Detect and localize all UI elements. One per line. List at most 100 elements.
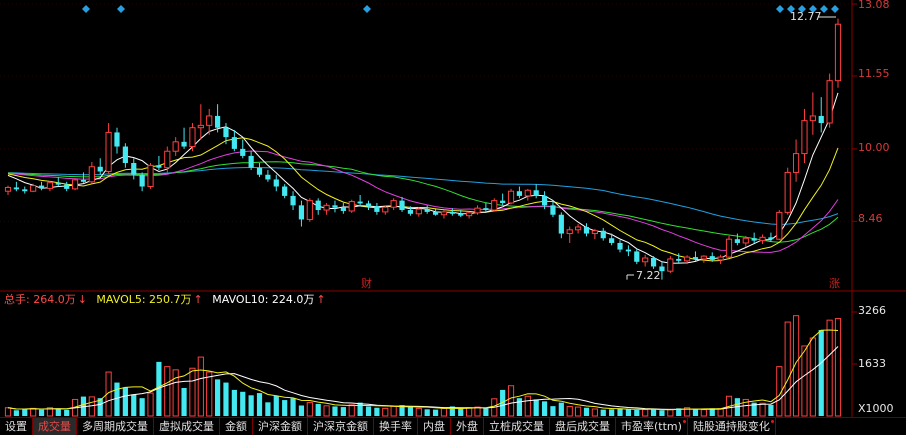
price-tick-2: 10.00 [858,141,890,154]
volume-bar-3 [30,407,37,417]
volume-bar-0 [4,407,12,417]
candle-body-31 [265,174,271,180]
candle-body-97 [818,115,824,124]
candle-body-65 [550,205,556,215]
legend-mavol10-arrow: ↑ [316,293,326,306]
candle-body-22 [189,127,196,148]
candle-body-70 [591,230,598,235]
candle-body-5 [46,182,54,189]
candle-body-34 [290,195,296,206]
volume-bar-20 [172,369,179,417]
volume-bar-55 [466,407,473,417]
volume-bar-76 [642,409,649,417]
candle-body-30 [256,167,263,175]
candle-body-26 [223,127,229,138]
candle-body-81 [683,256,691,262]
volume-bar-45 [382,407,389,417]
tab-0[interactable]: 设置 [0,418,33,435]
volume-bar-21 [181,387,187,416]
tab-1[interactable]: 成交量 [33,418,77,435]
volume-bar-44 [374,407,380,416]
candle-body-3 [30,185,37,192]
tab-2[interactable]: 多周期成交量 [77,418,154,435]
candle-body-33 [282,186,288,196]
high-price-label: 12.77 [790,10,822,23]
volume-bar-69 [583,407,590,416]
volume-bar-52 [440,407,448,417]
volume-bar-79 [667,409,674,417]
tab-3[interactable]: 虚拟成交量 [154,418,220,435]
volume-bar-85 [717,408,724,417]
tab-13[interactable]: 陆股通持股变化 [688,418,776,435]
volume-bar-91 [768,404,774,416]
volume-tick-1: 1633 [858,357,886,370]
volume-bar-83 [700,409,707,417]
volume-bar-26 [223,382,229,416]
legend-mavol10: MAVOL10: 224.0万 [212,293,315,306]
candle-body-19 [164,150,171,169]
candle-body-88 [742,237,749,244]
candle-body-98 [826,80,833,124]
candle-body-23 [197,124,204,129]
candle-body-9 [80,179,87,182]
candle-body-80 [676,258,682,261]
candle-body-66 [558,214,564,234]
tab-4[interactable]: 金额 [220,418,253,435]
price-tick-1: 11.55 [858,67,890,80]
price-tick-3: 8.46 [858,212,883,225]
candle-body-56 [474,207,481,214]
tab-12[interactable]: 市盈率(ttm) [616,418,688,435]
candle-body-28 [240,148,246,156]
candle-body-38 [323,204,330,211]
candle-body-62 [524,189,531,197]
volume-bar-2 [22,408,28,416]
volume-bar-24 [206,371,213,417]
candle-body-40 [340,207,346,211]
candle-body-83 [700,255,707,260]
candle-body-59 [500,200,506,203]
volume-bar-48 [407,406,414,416]
candle-body-61 [516,191,523,196]
event-marker-zhang[interactable]: 涨 [829,275,840,291]
volume-legend: 总手: 264.0万 ↓ MAVOL5: 250.7万 ↑ MAVOL10: 224… [4,293,328,307]
tab-10[interactable]: 立桩成交量 [484,418,550,435]
candle-body-20 [172,141,179,152]
volume-bar-13 [114,382,120,416]
volume-bar-73 [617,408,623,416]
volume-bar-31 [265,402,271,416]
candle-body-93 [784,171,791,213]
volume-bar-27 [231,389,237,416]
candle-body-99 [834,23,842,82]
candle-body-17 [147,164,154,188]
tab-8[interactable]: 内盘 [418,418,451,435]
volume-bar-10 [88,396,95,417]
candle-body-48 [407,210,414,214]
candle-body-13 [114,132,120,147]
volume-bar-34 [290,398,296,416]
candle-body-79 [667,258,674,272]
candle-body-96 [809,115,816,122]
volume-bar-22 [189,367,196,417]
info-diamond-icon-1 [117,5,125,13]
volume-bar-77 [650,408,657,416]
tab-5[interactable]: 沪深金额 [253,418,308,435]
candle-body-71 [600,230,606,239]
indicator-tab-bar: 设置 成交量 多周期成交量 虚拟成交量 金额 沪深金额 沪深京金额 换手率 内盘 外盘 立桩成交量盘… [0,417,906,435]
tab-7[interactable]: 换手率 [374,418,418,435]
tab-11[interactable]: 盘后成交量 [550,418,616,435]
candle-body-75 [634,251,640,262]
volume-bar-66 [558,402,564,416]
tab-6[interactable]: 沪深京金额 [308,418,374,435]
candle-body-27 [231,137,237,149]
legend-total: 总手: 264.0万 [4,293,76,306]
candle-body-67 [566,229,573,235]
volume-bar-19 [164,366,171,417]
volume-bar-28 [240,391,246,416]
candle-body-82 [692,257,699,259]
volume-bar-33 [282,400,288,416]
chart-canvas[interactable] [0,0,906,434]
event-marker-cai[interactable]: 财 [361,275,372,291]
volume-bar-32 [273,395,279,416]
tab-9[interactable]: 外盘 [451,418,484,435]
volume-bar-30 [256,393,263,416]
